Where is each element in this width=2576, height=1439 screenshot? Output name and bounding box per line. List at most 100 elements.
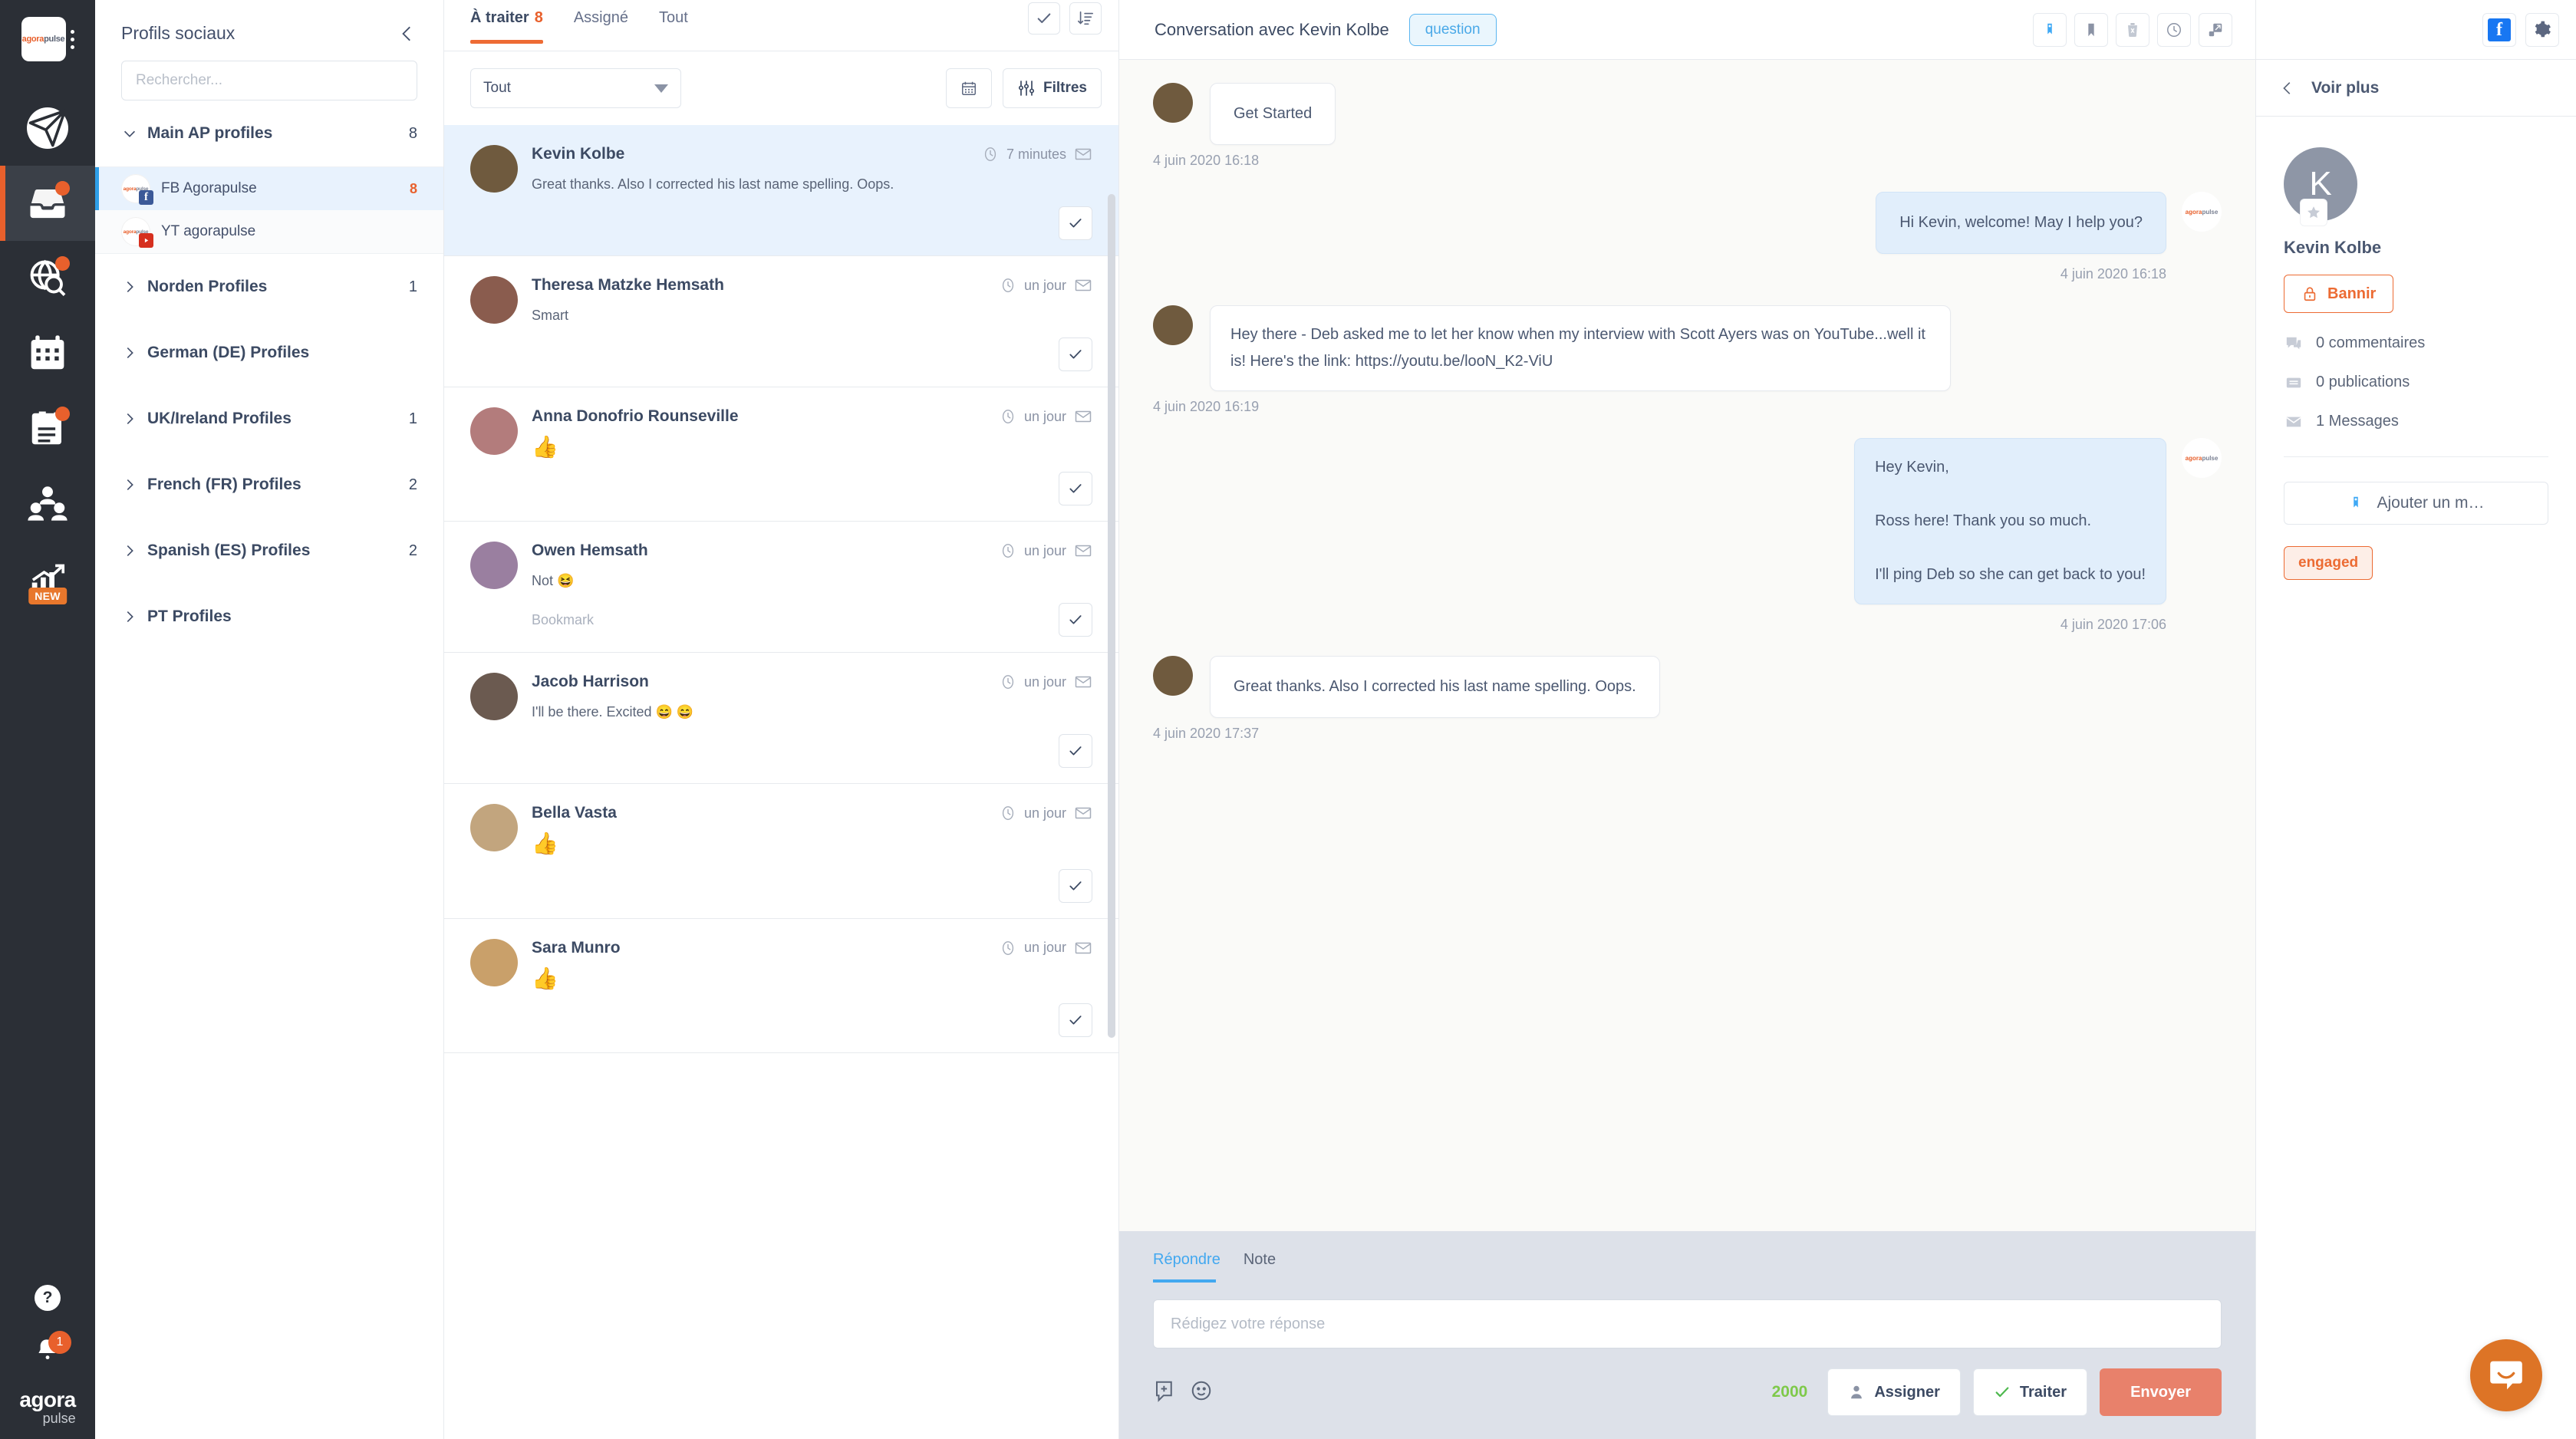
conversation-list-item[interactable]: Sara Munro un jour 👍 xyxy=(444,919,1118,1053)
contact-tag-engaged[interactable]: engaged xyxy=(2284,546,2373,580)
conversation-contact-name: Owen Hemsath xyxy=(532,542,648,560)
sidebar-item-inbox[interactable] xyxy=(0,166,95,241)
bookmark-icon[interactable] xyxy=(2074,12,2108,47)
filters-button[interactable]: Filtres xyxy=(1002,68,1102,108)
clock-icon[interactable] xyxy=(2157,12,2191,47)
date-filter-button[interactable] xyxy=(945,68,992,108)
tab-tout[interactable]: Tout xyxy=(659,9,688,42)
send-button[interactable]: Envoyer xyxy=(2100,1368,2222,1416)
thumbs-up-icon: 👍 xyxy=(532,966,558,990)
add-tag-button[interactable]: Ajouter un m… xyxy=(2284,482,2548,525)
envelope-icon xyxy=(1075,148,1092,160)
notifications-bell[interactable]: 1 xyxy=(31,1331,71,1366)
conversation-time: 7 minutes xyxy=(1006,146,1066,162)
mark-all-done-button[interactable] xyxy=(1028,2,1060,35)
ban-button[interactable]: Bannir xyxy=(2284,275,2394,313)
agorapulse-logo[interactable]: agorapulse xyxy=(21,17,66,61)
help-icon[interactable]: ? xyxy=(35,1285,61,1311)
profile-group-header[interactable]: Main AP profiles 8 xyxy=(95,100,443,166)
emoji-icon[interactable] xyxy=(1190,1379,1213,1406)
conversation-list-item[interactable]: Kevin Kolbe 7 minutes Great thanks. Also I… xyxy=(444,125,1118,257)
profile-group-header[interactable]: UK/Ireland Profiles 1 xyxy=(95,386,443,452)
profile-group-count: 1 xyxy=(408,410,417,427)
sidebar-item-publish[interactable] xyxy=(0,91,95,166)
message-block: Get Started 4 juin 2020 16:18 xyxy=(1153,83,1951,169)
envelope-icon xyxy=(1075,677,1092,688)
conversation-time: un jour xyxy=(1023,805,1066,821)
conversation-title: Conversation avec Kevin Kolbe xyxy=(1155,19,1389,39)
clock-icon xyxy=(984,147,996,161)
profile-group-label: German (DE) Profiles xyxy=(147,344,310,361)
conversation-items: Kevin Kolbe 7 minutes Great thanks. Also I… xyxy=(444,125,1118,1053)
sidebar-item-calendar[interactable] xyxy=(0,316,95,391)
gear-icon[interactable] xyxy=(2525,12,2559,47)
conversation-list-item[interactable]: Jacob Harrison un jour I'll be there. Exci… xyxy=(444,653,1118,785)
conversation-meta: 7 minutes xyxy=(982,145,1092,163)
tab-assigne[interactable]: Assigné xyxy=(574,9,628,42)
conversation-contact-name: Kevin Kolbe xyxy=(532,145,625,163)
tab-note[interactable]: Note xyxy=(1244,1251,1276,1276)
sidebar-item-reports[interactable]: NEW xyxy=(0,542,95,617)
see-more-button[interactable]: Voir plus xyxy=(2256,60,2576,117)
tab-a-traiter[interactable]: À traiter 8 xyxy=(470,9,543,44)
conversation-items-scroll[interactable]: Kevin Kolbe 7 minutes Great thanks. Also I… xyxy=(444,125,1118,1439)
conversation-type-select[interactable]: Tout xyxy=(470,68,681,108)
saved-reply-icon[interactable] xyxy=(1153,1379,1176,1406)
kebab-menu-icon[interactable] xyxy=(70,29,74,49)
mark-done-checkbox[interactable] xyxy=(1059,206,1092,241)
expand-icon[interactable] xyxy=(2199,12,2232,47)
list-scrollbar[interactable] xyxy=(1108,194,1115,1038)
sidebar-item-content[interactable] xyxy=(0,391,95,466)
reply-box: Répondre Note 2000 Assigner xyxy=(1119,1231,2255,1439)
reply-input[interactable] xyxy=(1153,1299,2222,1348)
star-icon[interactable] xyxy=(2301,199,2327,226)
tag-icon[interactable] xyxy=(2033,12,2067,47)
filters-label: Filtres xyxy=(1043,80,1087,96)
sidebar-item-team[interactable] xyxy=(0,466,95,542)
mark-done-checkbox[interactable] xyxy=(1059,1003,1092,1037)
sidebar-item-listening[interactable] xyxy=(0,241,95,316)
clock-icon xyxy=(1002,675,1014,690)
conversation-list-item[interactable]: Owen Hemsath un jour Not 😆 Bookmark xyxy=(444,522,1118,654)
conversation-list-item[interactable]: Theresa Matzke Hemsath un jour Smart xyxy=(444,256,1118,388)
profile-group-header[interactable]: Norden Profiles 1 xyxy=(95,254,443,320)
assign-button[interactable]: Assigner xyxy=(1827,1368,1961,1416)
conversation-list-item[interactable]: Bella Vasta un jour 👍 xyxy=(444,784,1118,919)
conversation-pane: Conversation avec Kevin Kolbe question G… xyxy=(1119,0,2255,1439)
conversation-footer: Bookmark xyxy=(532,603,1092,637)
profile-row[interactable]: agorapulse YT agorapulse xyxy=(95,210,443,253)
message-bubble: Hey Kevin, Ross here! Thank you so much.… xyxy=(1854,438,2166,604)
status-badge[interactable]: question xyxy=(1408,13,1497,46)
profile-group-header[interactable]: Spanish (ES) Profiles 2 xyxy=(95,518,443,584)
intercom-chat-button[interactable] xyxy=(2470,1339,2542,1411)
envelope-icon xyxy=(1075,279,1092,291)
conversation-list-item[interactable]: Anna Donofrio Rounseville un jour 👍 xyxy=(444,387,1118,522)
profile-group-header[interactable]: German (DE) Profiles xyxy=(95,320,443,386)
profile-group-header[interactable]: PT Profiles xyxy=(95,584,443,650)
tab-repondre[interactable]: Répondre xyxy=(1153,1251,1220,1283)
mark-done-checkbox[interactable] xyxy=(1059,603,1092,637)
message-row: Get Started xyxy=(1153,83,1951,145)
mark-done-checkbox[interactable] xyxy=(1059,472,1092,506)
avatar-initial: K xyxy=(2309,165,2332,203)
delete-icon[interactable] xyxy=(2116,12,2149,47)
conversation-avatar xyxy=(470,938,518,986)
conversation-avatar xyxy=(470,276,518,324)
sort-button[interactable] xyxy=(1069,2,1102,35)
post-icon xyxy=(2284,374,2304,391)
facebook-icon[interactable]: f xyxy=(2482,12,2516,47)
conversation-type-value: Tout xyxy=(483,80,511,96)
search-input[interactable] xyxy=(121,61,417,100)
mark-done-checkbox[interactable] xyxy=(1059,734,1092,769)
collapse-panel-button[interactable] xyxy=(397,24,417,44)
profile-row[interactable]: agorapulse f FB Agorapulse 8 xyxy=(95,167,443,210)
profile-group-header[interactable]: French (FR) Profiles 2 xyxy=(95,452,443,518)
youtube-icon xyxy=(139,233,153,248)
envelope-icon xyxy=(1075,942,1092,953)
process-button[interactable]: Traiter xyxy=(1972,1368,2088,1416)
message-block: Hey Kevin, Ross here! Thank you so much.… xyxy=(1424,438,2222,656)
reports-new-badge: NEW xyxy=(28,588,67,604)
mark-done-checkbox[interactable] xyxy=(1059,338,1092,372)
mark-done-checkbox[interactable] xyxy=(1059,868,1092,903)
conversation-avatar xyxy=(470,673,518,721)
